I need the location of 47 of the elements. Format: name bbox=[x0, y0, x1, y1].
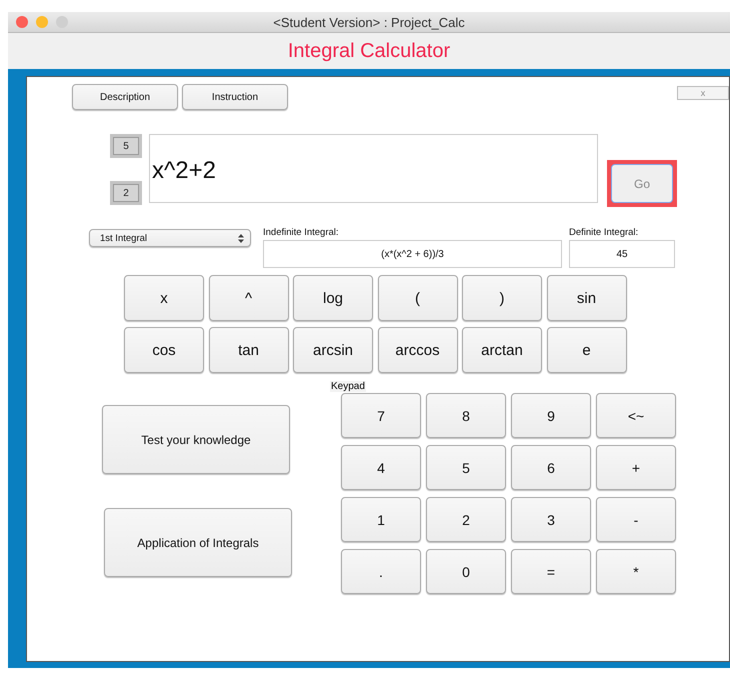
function-key[interactable]: arctan bbox=[462, 327, 542, 373]
keypad-key[interactable]: + bbox=[596, 445, 676, 490]
window-title: <Student Version> : Project_Calc bbox=[273, 14, 465, 30]
keypad-key[interactable]: 4 bbox=[341, 445, 421, 490]
updown-arrows-icon bbox=[238, 234, 244, 242]
expression-field[interactable]: x^2+2 bbox=[149, 134, 598, 203]
menu-button[interactable]: Test your knowledge bbox=[102, 405, 290, 474]
function-key[interactable]: log bbox=[293, 275, 373, 321]
keypad-key[interactable]: * bbox=[596, 549, 676, 594]
lower-bound-field[interactable]: 2 bbox=[110, 181, 142, 205]
app-heading: Integral Calculator bbox=[288, 40, 450, 62]
tab-button[interactable]: Instruction bbox=[182, 84, 288, 110]
keypad-key[interactable]: = bbox=[511, 549, 591, 594]
function-key[interactable]: ^ bbox=[208, 275, 288, 321]
function-key[interactable]: arccos bbox=[378, 327, 458, 373]
menu-button[interactable]: Application of Integrals bbox=[104, 508, 292, 577]
function-key[interactable]: cos bbox=[124, 327, 204, 373]
keypad-key[interactable]: 9 bbox=[511, 393, 591, 438]
field-label: Definite Integral: bbox=[569, 227, 640, 238]
keypad-key[interactable]: 1 bbox=[341, 497, 421, 542]
keypad-key[interactable]: 0 bbox=[426, 549, 506, 594]
function-key[interactable]: ( bbox=[378, 275, 458, 321]
keypad-key[interactable]: 6 bbox=[511, 445, 591, 490]
integral-dropdown[interactable]: 1st Integral bbox=[89, 229, 251, 247]
definite-integral-field: 45 bbox=[569, 240, 675, 268]
function-key[interactable]: e bbox=[546, 327, 626, 373]
function-key[interactable]: arcsin bbox=[293, 327, 373, 373]
field-label: Indefinite Integral: bbox=[263, 227, 340, 238]
keypad-key[interactable]: 3 bbox=[511, 497, 591, 542]
function-key[interactable]: tan bbox=[208, 327, 288, 373]
keypad-key[interactable]: . bbox=[341, 549, 421, 594]
indefinite-integral-field: (x*(x^2 + 6))/3 bbox=[263, 240, 562, 268]
tab-button[interactable]: Description bbox=[72, 84, 178, 110]
keypad-key[interactable]: - bbox=[596, 497, 676, 542]
close-window-icon[interactable] bbox=[16, 16, 28, 28]
minimize-window-icon[interactable] bbox=[36, 16, 48, 28]
keypad-key[interactable]: 8 bbox=[426, 393, 506, 438]
keypad-key[interactable]: 7 bbox=[341, 393, 421, 438]
keypad-key[interactable]: 2 bbox=[426, 497, 506, 542]
zoom-window-icon[interactable] bbox=[56, 16, 68, 28]
keypad-key[interactable]: <~ bbox=[596, 393, 676, 438]
function-key[interactable]: x bbox=[124, 275, 204, 321]
keypad-key[interactable]: 5 bbox=[426, 445, 506, 490]
function-key[interactable]: ) bbox=[462, 275, 542, 321]
function-key[interactable]: sin bbox=[546, 275, 626, 321]
upper-bound-field[interactable]: 5 bbox=[110, 134, 142, 158]
keypad-label: Keypad bbox=[330, 381, 366, 392]
